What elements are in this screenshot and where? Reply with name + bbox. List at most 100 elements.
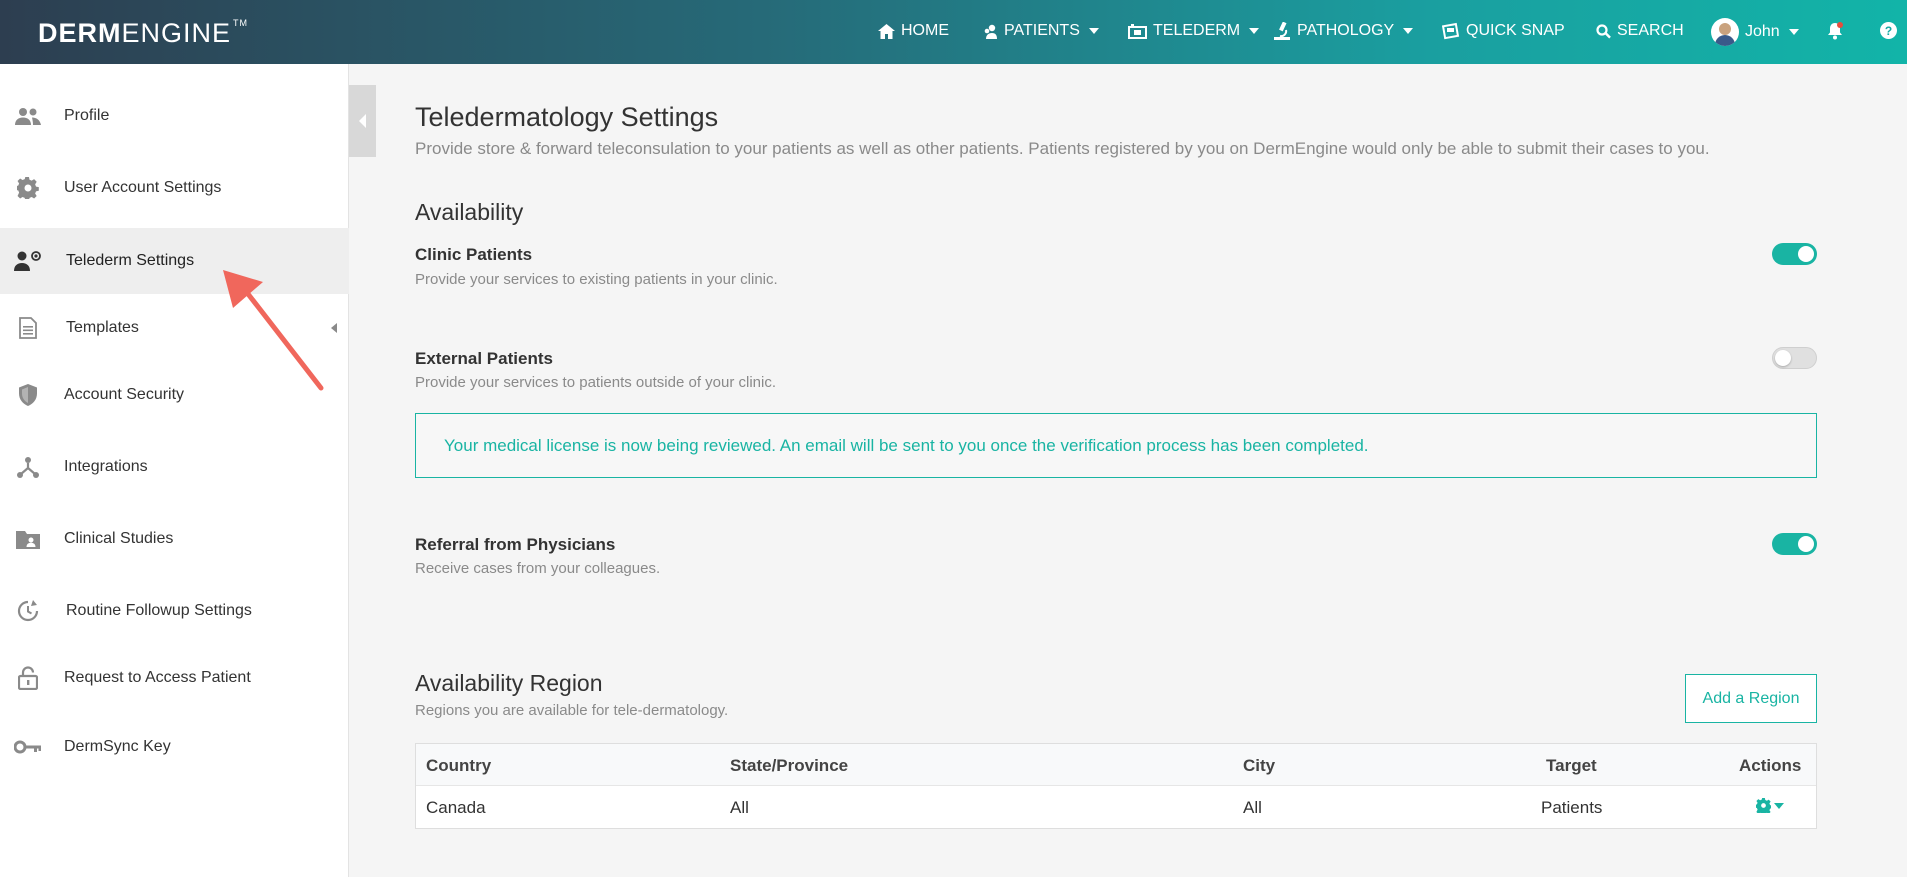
search-icon: [1596, 23, 1611, 38]
gear-icon: [14, 174, 42, 202]
chevron-down-icon: [1088, 28, 1099, 34]
lock-icon: [14, 664, 42, 692]
integrations-icon: [14, 453, 42, 481]
sidebar-collapse-toggle[interactable]: [349, 85, 376, 157]
column-header-state: State/Province: [730, 756, 849, 775]
column-header-target: Target: [1546, 756, 1597, 775]
help-icon: ?: [1880, 22, 1897, 39]
gear-icon: [1756, 798, 1771, 813]
logo-tm: TM: [233, 18, 249, 28]
top-navbar: DERMENGINE TM HOME PATIENTS TELEDERM PATH…: [0, 0, 1907, 64]
bell-icon: [1828, 22, 1843, 40]
clinic-patients-title: Clinic Patients: [415, 245, 533, 264]
external-patients-title: External Patients: [415, 349, 553, 368]
chevron-down-icon: [1788, 29, 1799, 35]
help-button[interactable]: ?: [1880, 22, 1897, 39]
sidebar-item-label: Routine Followup Settings: [66, 602, 252, 619]
sidebar-item-label: Templates: [66, 319, 139, 336]
settings-sidebar: Profile User Account Settings Telederm S…: [0, 64, 349, 877]
column-header-actions: Actions: [1739, 756, 1802, 775]
sidebar-item-profile[interactable]: Profile: [0, 83, 349, 149]
telederm-user-icon: [14, 247, 42, 275]
referral-title: Referral from Physicians: [415, 535, 616, 554]
users-icon: [14, 102, 42, 130]
sidebar-item-user-account-settings[interactable]: User Account Settings: [0, 155, 349, 221]
microscope-icon: [1274, 22, 1290, 40]
sidebar-item-integrations[interactable]: Integrations: [0, 434, 349, 500]
notifications-button[interactable]: [1826, 22, 1844, 40]
clinic-patients-toggle[interactable]: [1772, 243, 1817, 265]
availability-heading: Availability: [415, 199, 524, 225]
chevron-left-icon: [359, 114, 366, 128]
sidebar-item-label: DermSync Key: [64, 738, 171, 755]
patients-icon: [984, 24, 997, 39]
nav-home[interactable]: HOME: [878, 22, 949, 40]
sidebar-item-routine-followup-settings[interactable]: Routine Followup Settings: [0, 578, 349, 644]
svg-text:?: ?: [1885, 24, 1892, 38]
cell-city: All: [1243, 798, 1262, 817]
folder-user-icon: [14, 525, 42, 553]
referral-desc: Receive cases from your colleagues.: [415, 560, 661, 577]
nav-user-menu[interactable]: John: [1711, 18, 1799, 46]
sidebar-item-request-access-patient[interactable]: Request to Access Patient: [0, 645, 349, 711]
availability-region-desc: Regions you are available for tele-derma…: [415, 702, 729, 719]
refresh-clock-icon: [14, 597, 42, 625]
nav-search[interactable]: SEARCH: [1596, 22, 1684, 40]
nav-patients[interactable]: PATIENTS: [983, 22, 1099, 40]
sidebar-item-dermsync-key[interactable]: DermSync Key: [0, 714, 349, 780]
dermengine-logo[interactable]: DERMENGINE TM: [38, 18, 248, 49]
external-patients-desc: Provide your services to patients outsid…: [415, 374, 777, 391]
row-actions-button[interactable]: [1756, 798, 1784, 813]
toggle-knob: [1798, 246, 1814, 262]
add-region-button[interactable]: Add a Region: [1685, 674, 1817, 723]
nav-home-label: HOME: [901, 22, 949, 39]
chevron-down-icon: [1774, 802, 1784, 809]
quick-snap-icon: [1442, 22, 1460, 40]
nav-telederm[interactable]: TELEDERM: [1128, 22, 1260, 40]
annotation-arrow: [223, 270, 324, 391]
table-header: Country State/Province City Target Actio…: [416, 744, 1816, 786]
logo-light: ENGINE: [121, 18, 232, 48]
page-title: Teledermatology Settings: [415, 102, 719, 132]
external-patients-toggle[interactable]: [1772, 347, 1817, 369]
sidebar-item-label: Integrations: [64, 458, 148, 475]
toggle-knob: [1798, 536, 1814, 552]
chevron-down-icon: [1249, 28, 1260, 34]
sidebar-item-label: Account Security: [64, 386, 185, 403]
column-header-city: City: [1243, 756, 1276, 775]
logo-bold: DERM: [38, 18, 122, 48]
column-header-country: Country: [426, 756, 492, 775]
telederm-icon: [1128, 23, 1147, 39]
avatar: [1711, 18, 1739, 46]
document-icon: [14, 314, 42, 342]
shield-icon: [14, 381, 42, 409]
region-table: Country State/Province City Target Actio…: [415, 743, 1817, 829]
chevron-down-icon: [1403, 28, 1414, 34]
sidebar-item-label: Request to Access Patient: [64, 669, 251, 686]
nav-quick-snap-label: QUICK SNAP: [1466, 22, 1565, 39]
key-icon: [14, 733, 42, 761]
license-review-alert: Your medical license is now being review…: [415, 413, 1817, 478]
sidebar-item-clinical-studies[interactable]: Clinical Studies: [0, 506, 349, 572]
page-subtitle: Provide store & forward teleconsulation …: [415, 139, 1710, 158]
cell-country: Canada: [426, 798, 486, 817]
home-icon: [878, 23, 895, 39]
toggle-knob: [1775, 350, 1791, 366]
nav-telederm-label: TELEDERM: [1153, 22, 1241, 39]
nav-pathology-label: PATHOLOGY: [1297, 22, 1395, 39]
nav-search-label: SEARCH: [1617, 22, 1684, 39]
sidebar-item-label: Clinical Studies: [64, 530, 174, 547]
nav-patients-label: PATIENTS: [1004, 22, 1080, 39]
sidebar-item-label: Profile: [64, 107, 110, 124]
cell-state: All: [730, 798, 749, 817]
availability-region-heading: Availability Region: [415, 670, 603, 696]
chevron-left-icon: [331, 323, 337, 333]
nav-user-label: John: [1745, 23, 1780, 40]
clinic-patients-desc: Provide your services to existing patien…: [415, 271, 778, 288]
sidebar-item-label: Telederm Settings: [66, 252, 195, 269]
nav-pathology[interactable]: PATHOLOGY: [1273, 22, 1414, 40]
referral-toggle[interactable]: [1772, 533, 1817, 555]
cell-target: Patients: [1541, 798, 1603, 817]
sidebar-item-label: User Account Settings: [64, 179, 222, 196]
nav-quick-snap[interactable]: QUICK SNAP: [1442, 22, 1565, 40]
